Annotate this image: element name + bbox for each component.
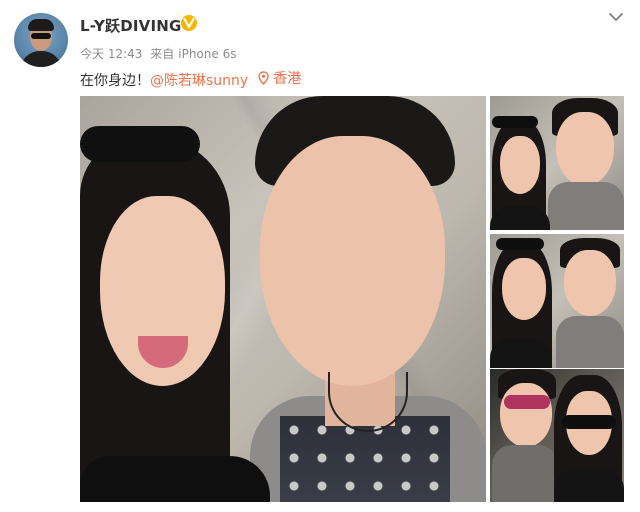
source-prefix: 来自: [150, 47, 175, 61]
thumb1-boy-face: [556, 112, 614, 186]
source-device: iPhone 6s: [178, 47, 237, 61]
verified-badge-icon: [181, 15, 197, 31]
thumb3-boy-shirt: [492, 445, 558, 502]
post-photo-thumb-3[interactable]: [490, 369, 624, 502]
thumb3-girl-sunglasses: [562, 415, 616, 429]
post-text: 在你身边！@陈若琳sunny 香港: [80, 68, 301, 90]
thumb2-girl-sunglasses: [496, 238, 544, 250]
chevron-down-icon[interactable]: [608, 11, 624, 23]
username-link[interactable]: L-Y跃DIVING: [80, 15, 182, 36]
mention-link[interactable]: @陈若琳sunny: [150, 73, 248, 89]
thumb1-boy-shirt: [548, 182, 624, 230]
thumb1-girl-face: [500, 136, 540, 194]
location-pin-icon: [258, 71, 269, 85]
thumb3-boy-sunglasses: [504, 395, 550, 409]
thumb3-girl-top: [554, 469, 624, 502]
thumb1-girl-sunglasses: [492, 116, 538, 128]
post-photo-thumb-1[interactable]: [490, 96, 624, 230]
thumb3-boy-face: [500, 383, 552, 447]
avatar-sunglasses: [31, 33, 51, 39]
post-time[interactable]: 今天 12:43: [80, 47, 142, 61]
boy-face: [260, 136, 445, 386]
thumb2-boy-face: [564, 250, 616, 316]
avatar-shirt: [20, 51, 62, 67]
girl-sunglasses-on-head: [80, 126, 200, 162]
post-meta: 今天 12:43 来自 iPhone 6s: [80, 45, 240, 62]
post-header: L-Y跃DIVING 今天 12:43 来自 iPhone 6s 在你身边！@陈若…: [0, 0, 640, 96]
thumb1-girl-top: [490, 206, 550, 230]
post-photo-main[interactable]: [80, 96, 486, 502]
thumb2-girl-top: [490, 338, 552, 368]
user-avatar[interactable]: [14, 13, 68, 67]
girl-top: [80, 456, 270, 502]
location-link[interactable]: 香港: [258, 68, 301, 88]
post-body-text: 在你身边！: [80, 73, 150, 89]
thumb2-girl-face: [502, 258, 546, 320]
location-label: 香港: [273, 71, 302, 87]
post-photo-thumb-2[interactable]: [490, 234, 624, 368]
thumb2-boy-shirt: [556, 316, 624, 368]
avatar-hair: [28, 19, 54, 31]
